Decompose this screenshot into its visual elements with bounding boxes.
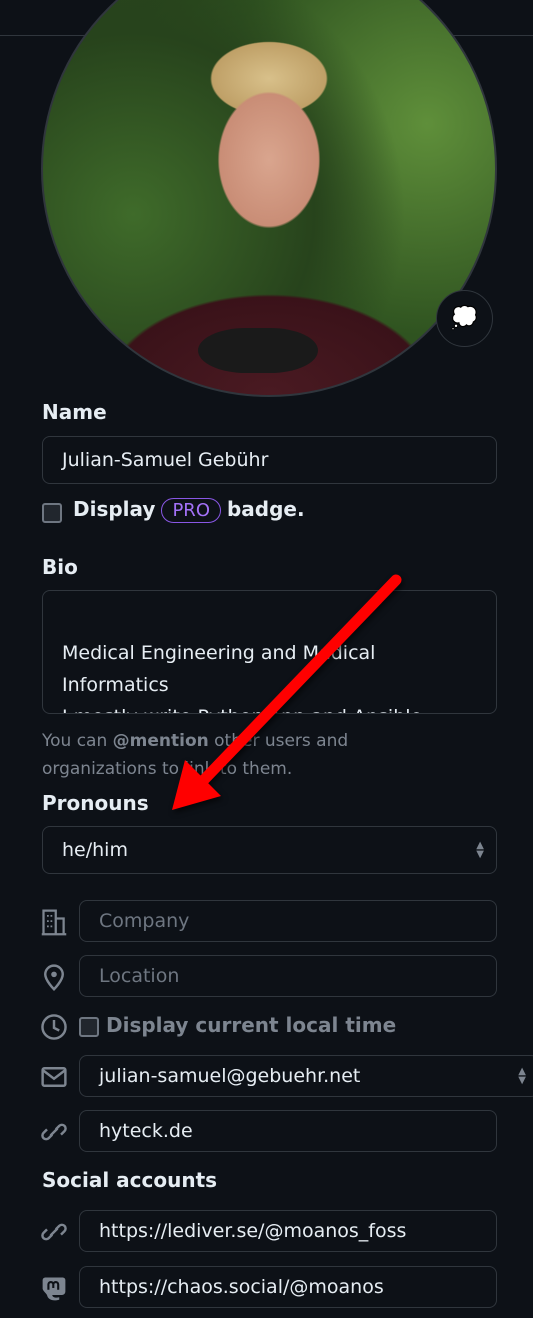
location-pin-icon [44, 964, 64, 991]
social-account-input[interactable]: https://chaos.social/@moanos [79, 1266, 497, 1308]
building-icon [41, 909, 67, 936]
select-arrows-icon: ▲ ▼ [518, 1066, 526, 1086]
location-input[interactable]: Location [79, 955, 497, 997]
link-icon [41, 1123, 67, 1141]
pronouns-label: Pronouns [42, 791, 149, 815]
website-input[interactable]: hyteck.de [79, 1110, 497, 1152]
pro-badge-label: Display PRO badge. [73, 497, 305, 523]
mastodon-icon [42, 1277, 66, 1301]
mail-icon [41, 1067, 67, 1087]
email-select[interactable]: julian-samuel@gebuehr.net ▲ ▼ [79, 1055, 533, 1097]
name-value: Julian-Samuel Gebühr [62, 449, 269, 471]
pro-badge-checkbox[interactable] [42, 503, 62, 523]
local-time-checkbox[interactable] [79, 1017, 99, 1037]
social-accounts-label: Social accounts [42, 1168, 218, 1192]
thought-bubble-icon: 💭 [450, 306, 479, 331]
social-account-input[interactable]: https://lediver.se/@moanos_foss [79, 1210, 497, 1252]
select-arrows-icon: ▲ ▼ [476, 840, 484, 860]
name-input[interactable]: Julian-Samuel Gebühr [42, 436, 497, 484]
local-time-label: Display current local time [106, 1013, 397, 1037]
bio-note: You can @mention other users and organiz… [42, 731, 349, 779]
company-input[interactable]: Company [79, 900, 497, 942]
pronouns-select[interactable]: he/him ▲ ▼ [42, 826, 497, 874]
link-icon [41, 1223, 67, 1241]
bio-textarea[interactable]: Medical Engineering and Medical Informat… [42, 590, 497, 714]
set-status-button[interactable]: 💭 [436, 290, 493, 347]
avatar[interactable] [41, 0, 497, 397]
name-label: Name [42, 400, 107, 424]
bio-label: Bio [42, 555, 78, 579]
clock-icon [41, 1014, 67, 1040]
pro-badge: PRO [161, 498, 221, 523]
avatar-bowtie [198, 328, 318, 373]
